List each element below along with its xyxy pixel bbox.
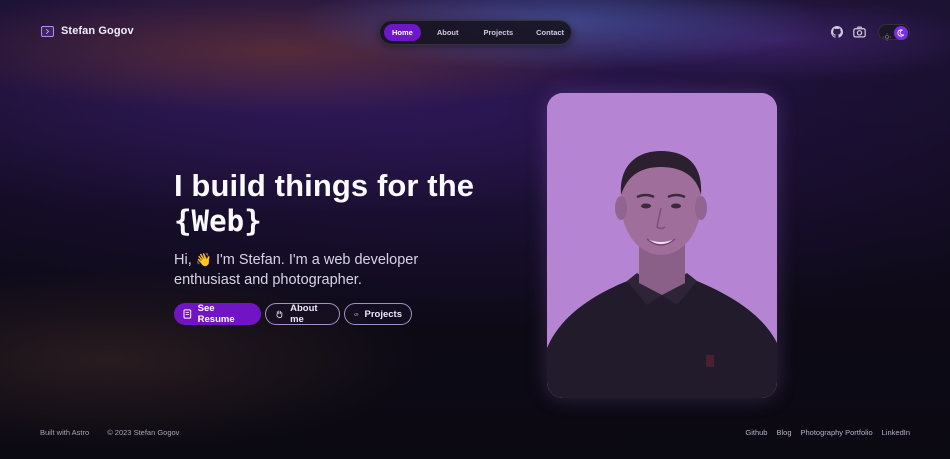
projects-label: Projects xyxy=(364,308,403,320)
hero-title-line2: {Web} xyxy=(174,204,262,238)
nav-item-contact[interactable]: Contact xyxy=(528,24,572,41)
github-icon[interactable] xyxy=(830,25,844,39)
portrait-photo xyxy=(547,93,777,398)
site-header: Stefan Gogov Home About Projects Contact xyxy=(0,0,950,64)
terminal-icon xyxy=(41,25,54,37)
header-actions xyxy=(830,24,910,41)
hero-buttons: See Resume About me Projects xyxy=(174,303,412,325)
hero-title: I build things for the {Web} xyxy=(174,168,479,239)
hero: I build things for the {Web} Hi, 👋 I'm S… xyxy=(174,168,479,290)
about-me-label: About me xyxy=(290,303,318,325)
see-resume-button[interactable]: See Resume xyxy=(174,303,261,325)
moon-icon xyxy=(894,26,908,40)
footer-left: Built with Astro © 2023 Stefan Gogov xyxy=(40,428,179,437)
camera-icon[interactable] xyxy=(852,25,866,39)
wave-emoji: 👋 xyxy=(195,252,212,267)
footer-link-linkedin[interactable]: LinkedIn xyxy=(882,428,910,437)
nav-item-projects[interactable]: Projects xyxy=(476,24,522,41)
copyright-text: © 2023 Stefan Gogov xyxy=(107,428,180,437)
footer-link-blog[interactable]: Blog xyxy=(776,428,791,437)
projects-button[interactable]: Projects xyxy=(344,303,412,325)
hero-title-line1: I build things for the xyxy=(174,168,475,203)
footer-link-photography[interactable]: Photography Portfolio xyxy=(801,428,873,437)
nav-item-home[interactable]: Home xyxy=(384,24,421,41)
brand[interactable]: Stefan Gogov xyxy=(41,25,134,37)
main-nav: Home About Projects Contact xyxy=(379,20,572,45)
intro-prefix: Hi, xyxy=(174,252,192,268)
footer-links: Github Blog Photography Portfolio Linked… xyxy=(745,428,910,437)
theme-toggle[interactable] xyxy=(878,24,910,41)
nav-item-about[interactable]: About xyxy=(429,24,467,41)
sun-icon xyxy=(883,28,891,46)
hand-icon xyxy=(276,310,283,318)
about-me-button[interactable]: About me xyxy=(265,303,340,325)
footer-link-github[interactable]: Github xyxy=(745,428,767,437)
site-footer: Built with Astro © 2023 Stefan Gogov Git… xyxy=(0,428,950,442)
document-icon xyxy=(183,309,192,319)
code-icon xyxy=(354,312,359,316)
brand-name: Stefan Gogov xyxy=(61,25,134,37)
hero-intro: Hi, 👋 I'm Stefan. I'm a web developer en… xyxy=(174,250,479,290)
see-resume-label: See Resume xyxy=(197,303,235,325)
built-with-text: Built with Astro xyxy=(40,428,90,437)
